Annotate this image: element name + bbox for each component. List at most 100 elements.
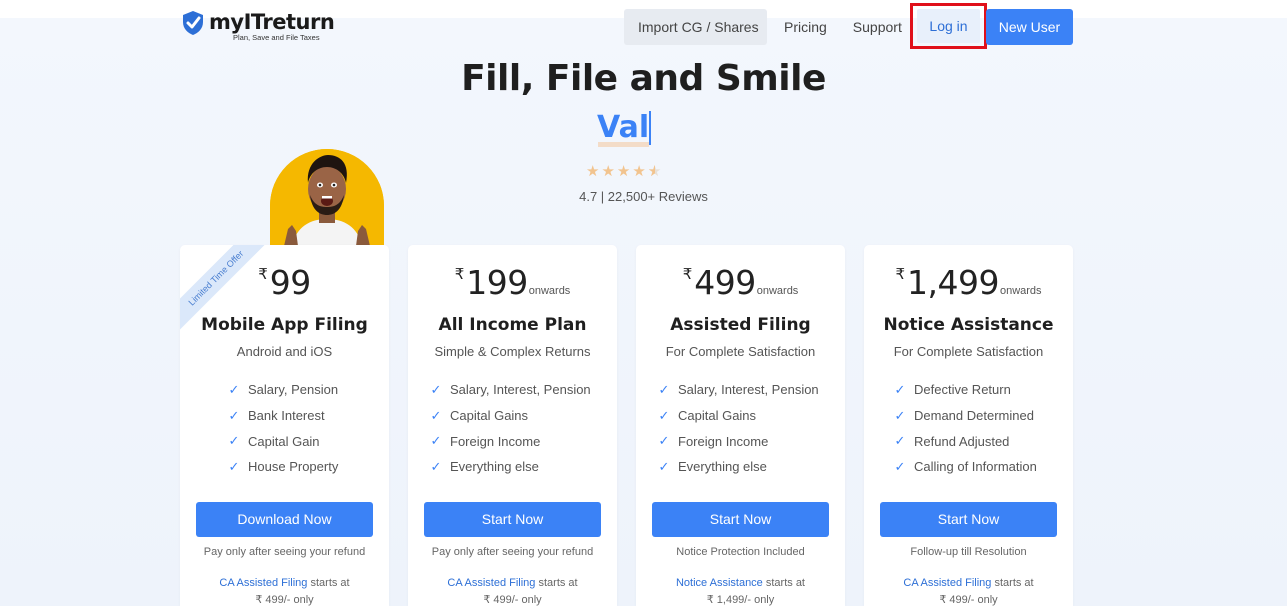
rupee-symbol: ₹ [895, 265, 905, 283]
feature-item: ✓ Refund Adjusted [888, 428, 1073, 454]
feature-item: ✓ Foreign Income [652, 428, 845, 454]
feature-item: ✓ Everything else [424, 454, 617, 480]
ca-assisted-filing-link[interactable]: CA Assisted Filing [447, 577, 535, 589]
price-value: 1,499 [906, 263, 999, 302]
assist-price: ₹ 499/- only [255, 594, 314, 606]
shield-check-icon [183, 11, 203, 35]
check-icon: ✓ [430, 407, 442, 423]
assist-info: CA Assisted Filing starts at ₹ 499/- onl… [903, 577, 1034, 606]
assist-info: CA Assisted Filing starts at ₹ 499/- onl… [447, 577, 578, 606]
pricing-card-notice-assistance: ₹ 1,499 onwards Notice Assistance For Co… [864, 245, 1073, 606]
check-icon: ✓ [430, 433, 442, 449]
card-subtitle: For Complete Satisfaction [665, 344, 816, 359]
check-icon: ✓ [894, 433, 906, 449]
assist-info: Notice Assistance starts at ₹ 1,499/- on… [675, 577, 805, 606]
start-now-button[interactable]: Start Now [652, 502, 829, 537]
star-icon: ★ [616, 163, 631, 180]
feature-list: ✓ Salary, Pension ✓ Bank Interest ✓ Capital… [180, 377, 389, 480]
check-icon: ✓ [228, 407, 240, 423]
nav-pricing-link[interactable]: Pricing [784, 9, 827, 45]
rupee-symbol: ₹ [454, 265, 465, 283]
feature-item: ✓ Bank Interest [222, 403, 389, 429]
feature-item: ✓ Salary, Pension [222, 377, 389, 403]
feature-item: ✓ Foreign Income [424, 428, 617, 454]
check-icon: ✓ [430, 458, 442, 474]
card-title: Mobile App Filing [201, 315, 368, 335]
check-icon: ✓ [894, 381, 906, 397]
check-icon: ✓ [228, 433, 240, 449]
price-suffix: onwards [528, 285, 571, 297]
import-cg-shares-button[interactable]: Import CG / Shares [624, 9, 767, 45]
hero-typed-text: Val [597, 110, 650, 145]
assist-price: ₹ 499/- only [483, 594, 542, 606]
login-highlight-box: Log in [910, 3, 987, 49]
card-subtitle: For Complete Satisfaction [893, 344, 1044, 359]
star-icon: ★ [601, 163, 615, 180]
rupee-symbol: ₹ [258, 265, 268, 283]
feature-list: ✓ Salary, Interest, Pension ✓ Capital Gain… [636, 377, 845, 480]
feature-item: ✓ Defective Return [888, 377, 1073, 403]
feature-item: ✓ House Property [222, 454, 389, 480]
assist-price: ₹ 1,499/- only [706, 594, 775, 606]
feature-item: ✓ Demand Determined [888, 403, 1073, 429]
feature-item: ✓ Capital Gain [222, 428, 389, 454]
typing-caret [649, 111, 651, 145]
card-title: Notice Assistance [883, 315, 1054, 335]
check-icon: ✓ [658, 433, 670, 449]
notice-assistance-link[interactable]: Notice Assistance [676, 577, 763, 589]
check-icon: ✓ [894, 458, 906, 474]
login-button[interactable]: Log in [917, 9, 980, 43]
half-star-icon: ★ [648, 164, 661, 181]
rating-stars: ★ ★ ★ ★ ★ [586, 163, 663, 181]
rating-text: 4.7 | 22,500+ Reviews [579, 189, 708, 204]
brand-tagline: Plan, Save and File Taxes [233, 33, 320, 42]
price: ₹ 199 onwards [408, 265, 617, 301]
card-note: Pay only after seeing your refund [431, 546, 594, 558]
check-icon: ✓ [658, 407, 670, 423]
start-now-button[interactable]: Start Now [880, 502, 1057, 537]
price-suffix: onwards [999, 285, 1042, 297]
card-note: Follow-up till Resolution [910, 546, 1027, 558]
download-now-button[interactable]: Download Now [196, 502, 373, 537]
start-now-button[interactable]: Start Now [424, 502, 601, 537]
rupee-symbol: ₹ [682, 265, 693, 283]
feature-item: ✓ Salary, Interest, Pension [652, 377, 845, 403]
price: ₹ 1,499 onwards [864, 265, 1073, 301]
card-subtitle: Android and iOS [236, 344, 333, 359]
brand-logo[interactable]: myITreturn Plan, Save and File Taxes [181, 10, 335, 42]
check-icon: ✓ [430, 381, 442, 397]
nav-support-link[interactable]: Support [853, 9, 902, 45]
new-user-button[interactable]: New User [986, 9, 1073, 45]
check-icon: ✓ [894, 407, 906, 423]
check-icon: ✓ [228, 381, 240, 397]
check-icon: ✓ [228, 458, 240, 474]
pricing-card-all-income: ₹ 199 onwards All Income Plan Simple & C… [408, 245, 617, 606]
price: ₹ 499 onwards [636, 265, 845, 301]
brand-name: myITreturn [209, 10, 335, 34]
card-note: Notice Protection Included [676, 546, 805, 558]
card-title: Assisted Filing [670, 315, 811, 335]
ca-assisted-filing-link[interactable]: CA Assisted Filing [219, 577, 307, 589]
feature-item: ✓ Capital Gains [652, 403, 845, 429]
assist-price: ₹ 499/- only [939, 594, 998, 606]
price-value: 199 [466, 263, 528, 302]
price-value: 99 [269, 263, 312, 302]
star-icon: ★ [632, 163, 646, 180]
card-subtitle: Simple & Complex Returns [434, 344, 591, 359]
pricing-card-assisted-filing: ₹ 499 onwards Assisted Filing For Comple… [636, 245, 845, 606]
price: ₹ 99 [180, 265, 389, 301]
card-note: Pay only after seeing your refund [203, 546, 366, 558]
ca-assisted-filing-link[interactable]: CA Assisted Filing [903, 577, 991, 589]
card-title: All Income Plan [438, 315, 587, 335]
feature-list: ✓ Defective Return ✓ Demand Determined ✓ Re… [864, 377, 1073, 480]
feature-item: ✓ Everything else [652, 454, 845, 480]
star-icon: ★ [586, 163, 600, 180]
price-value: 499 [694, 263, 756, 302]
assist-info: CA Assisted Filing starts at ₹ 499/- onl… [219, 577, 350, 606]
price-suffix: onwards [756, 285, 799, 297]
check-icon: ✓ [658, 458, 670, 474]
pricing-card-mobile-app: Limited Time Offer ₹ 99 Mobile App Filin… [180, 245, 389, 606]
hero-title: Fill, File and Smile [461, 58, 826, 99]
feature-item: ✓ Capital Gains [424, 403, 617, 429]
feature-item: ✓ Salary, Interest, Pension [424, 377, 617, 403]
